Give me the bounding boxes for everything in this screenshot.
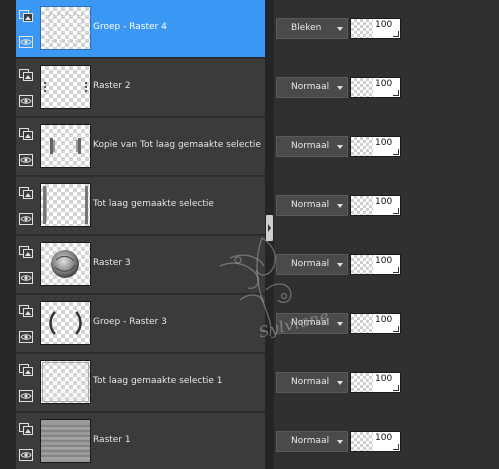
layer-row[interactable]: Raster 2 xyxy=(16,59,265,117)
palette-edge xyxy=(0,0,16,469)
eye-icon[interactable] xyxy=(19,213,33,225)
opacity-value[interactable]: 100 xyxy=(375,433,392,443)
resize-corner-icon xyxy=(393,267,399,273)
opacity-value[interactable]: 100 xyxy=(375,256,392,266)
layer-name[interactable]: Raster 3 xyxy=(93,258,131,268)
opacity-field[interactable]: 100 xyxy=(350,77,401,98)
layer-name[interactable]: Tot laag gemaakte selectie xyxy=(93,199,214,209)
blend-mode-select[interactable]: Bleken xyxy=(276,18,348,39)
opacity-value[interactable]: 100 xyxy=(375,79,392,89)
layer-row[interactable]: Tot laag gemaakte selectie 1 xyxy=(16,354,265,412)
blend-mode-label: Normaal xyxy=(291,141,330,151)
blend-mode-select[interactable]: Normaal xyxy=(276,372,348,393)
resize-corner-icon xyxy=(393,208,399,214)
blend-mode-label: Normaal xyxy=(291,377,330,387)
blend-mode-label: Normaal xyxy=(291,82,330,92)
resize-corner-icon xyxy=(393,444,399,450)
chevron-down-icon[interactable] xyxy=(337,204,343,208)
blend-mode-label: Normaal xyxy=(291,259,330,269)
layer-row[interactable]: Groep - Raster 4 xyxy=(16,0,265,58)
chevron-down-icon[interactable] xyxy=(337,263,343,267)
layer-row[interactable]: Tot laag gemaakte selectie xyxy=(16,177,265,235)
layer-name[interactable]: Raster 1 xyxy=(93,435,131,445)
opacity-field[interactable]: 100 xyxy=(350,136,401,157)
eye-icon[interactable] xyxy=(19,36,33,48)
resize-corner-icon xyxy=(393,326,399,332)
eye-icon[interactable] xyxy=(19,95,33,107)
chevron-down-icon[interactable] xyxy=(337,440,343,444)
chevron-down-icon[interactable] xyxy=(337,145,343,149)
layer-thumbnail[interactable] xyxy=(40,301,91,345)
blend-mode-select[interactable]: Normaal xyxy=(276,254,348,275)
layer-thumbnail[interactable] xyxy=(40,419,91,463)
opacity-field[interactable]: 100 xyxy=(350,372,401,393)
layer-type-icon[interactable] xyxy=(19,10,33,22)
layer-list: Groep - Raster 4 Raster 2 Kopie van Tot la… xyxy=(16,0,265,469)
blend-mode-label: Normaal xyxy=(291,200,330,210)
layer-name[interactable]: Tot laag gemaakte selectie 1 xyxy=(93,376,223,386)
layer-row[interactable]: Raster 1 xyxy=(16,413,265,469)
layer-type-icon[interactable] xyxy=(19,246,33,258)
collapse-handle-icon[interactable] xyxy=(266,215,273,241)
layer-type-icon[interactable] xyxy=(19,423,33,435)
layer-name[interactable]: Kopie van Tot laag gemaakte selectie xyxy=(93,140,261,150)
blend-mode-select[interactable]: Normaal xyxy=(276,313,348,334)
layer-name[interactable]: Raster 2 xyxy=(93,81,131,91)
opacity-value[interactable]: 100 xyxy=(375,197,392,207)
blend-mode-select[interactable]: Normaal xyxy=(276,77,348,98)
opacity-field[interactable]: 100 xyxy=(350,431,401,452)
resize-corner-icon xyxy=(393,31,399,37)
eye-icon[interactable] xyxy=(19,154,33,166)
layer-thumbnail[interactable] xyxy=(40,6,91,50)
opacity-value[interactable]: 100 xyxy=(375,20,392,30)
layer-name[interactable]: Groep - Raster 4 xyxy=(93,22,167,32)
opacity-field[interactable]: 100 xyxy=(350,254,401,275)
eye-icon[interactable] xyxy=(19,449,33,461)
blend-mode-select[interactable]: Normaal xyxy=(276,431,348,452)
layer-type-icon[interactable] xyxy=(19,305,33,317)
layer-settings-column: Bleken 100 Normaal 100 Normaal 100 Normaal 100 N… xyxy=(274,0,499,469)
chevron-down-icon[interactable] xyxy=(337,86,343,90)
eye-icon[interactable] xyxy=(19,331,33,343)
layer-type-icon[interactable] xyxy=(19,364,33,376)
blend-mode-label: Normaal xyxy=(291,318,330,328)
layer-thumbnail[interactable] xyxy=(40,242,91,286)
layer-thumbnail[interactable] xyxy=(40,183,91,227)
layer-thumbnail[interactable] xyxy=(40,360,91,404)
resize-corner-icon xyxy=(393,90,399,96)
opacity-field[interactable]: 100 xyxy=(350,195,401,216)
layer-row[interactable]: Kopie van Tot laag gemaakte selectie xyxy=(16,118,265,176)
layer-row[interactable]: Groep - Raster 3 xyxy=(16,295,265,353)
layer-thumbnail[interactable] xyxy=(40,124,91,168)
blend-mode-select[interactable]: Normaal xyxy=(276,136,348,157)
blend-mode-select[interactable]: Normaal xyxy=(276,195,348,216)
resize-corner-icon xyxy=(393,385,399,391)
blend-mode-label: Bleken xyxy=(291,23,322,33)
opacity-field[interactable]: 100 xyxy=(350,313,401,334)
chevron-down-icon[interactable] xyxy=(337,381,343,385)
layer-row[interactable]: Raster 3 xyxy=(16,236,265,294)
opacity-value[interactable]: 100 xyxy=(375,374,392,384)
layer-thumbnail[interactable] xyxy=(40,65,91,109)
eye-icon[interactable] xyxy=(19,272,33,284)
resize-corner-icon xyxy=(393,149,399,155)
layer-type-icon[interactable] xyxy=(19,128,33,140)
eye-icon[interactable] xyxy=(19,390,33,402)
opacity-value[interactable]: 100 xyxy=(375,315,392,325)
chevron-down-icon[interactable] xyxy=(337,27,343,31)
blend-mode-label: Normaal xyxy=(291,436,330,446)
opacity-value[interactable]: 100 xyxy=(375,138,392,148)
layer-type-icon[interactable] xyxy=(19,69,33,81)
layers-palette: Groep - Raster 4 Raster 2 Kopie van Tot la… xyxy=(0,0,499,469)
opacity-field[interactable]: 100 xyxy=(350,18,401,39)
layer-name[interactable]: Groep - Raster 3 xyxy=(93,317,167,327)
layer-type-icon[interactable] xyxy=(19,187,33,199)
chevron-down-icon[interactable] xyxy=(337,322,343,326)
